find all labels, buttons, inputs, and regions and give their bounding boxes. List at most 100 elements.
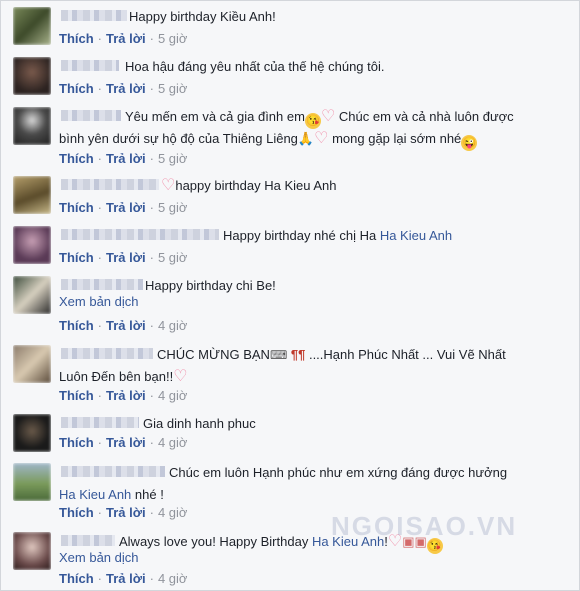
comment-time[interactable]: 4 giờ xyxy=(158,388,188,403)
separator: · xyxy=(97,81,103,96)
like-link[interactable]: Thích xyxy=(59,250,94,265)
avatar[interactable] xyxy=(13,414,51,452)
comment-item: Hoa hậu đáng yêu nhất của thế hệ chúng t… xyxy=(1,53,579,101)
separator: · xyxy=(149,200,154,215)
commenter-name-redacted[interactable] xyxy=(61,229,219,240)
separator: · xyxy=(97,435,103,450)
comment-text: CHÚC MỪNG BẠN⌨ ¶¶ ....Hạnh Phúc Nhất ...… xyxy=(157,344,567,366)
like-link[interactable]: Thích xyxy=(59,435,94,450)
comment-actions: Thích · Trả lời · 4 giờ xyxy=(59,318,187,333)
comment-item: Happy birthday Kiều Anh! Thích · Trả lời · 5… xyxy=(1,3,579,51)
reply-link[interactable]: Trả lời xyxy=(106,31,146,46)
comment-text-part: Chúc em và cả nhà luôn được xyxy=(338,109,514,124)
comment-time[interactable]: 4 giờ xyxy=(158,571,188,586)
comment-text-part: nhé ! xyxy=(131,487,164,502)
comment-item: CHÚC MỪNG BẠN⌨ ¶¶ ....Hạnh Phúc Nhất ...… xyxy=(1,341,579,409)
comment-time[interactable]: 5 giờ xyxy=(158,31,188,46)
reply-link[interactable]: Trả lời xyxy=(106,151,146,166)
avatar[interactable] xyxy=(13,463,51,501)
like-link[interactable]: Thích xyxy=(59,31,94,46)
avatar[interactable] xyxy=(13,345,51,383)
separator: · xyxy=(149,81,154,96)
comment-actions: Thích · Trả lời · 4 giờ xyxy=(59,571,187,586)
commenter-name-redacted[interactable] xyxy=(61,10,127,21)
avatar[interactable] xyxy=(13,7,51,45)
like-link[interactable]: Thích xyxy=(59,81,94,96)
mention-link[interactable]: Ha Kieu Anh xyxy=(59,487,131,502)
comment-text: Happy birthday Kiều Anh! xyxy=(129,9,276,24)
comment-actions: Thích · Trả lời · 5 giờ xyxy=(59,250,187,265)
commenter-name-redacted[interactable] xyxy=(61,60,119,71)
separator: · xyxy=(149,505,154,520)
reply-link[interactable]: Trả lời xyxy=(106,571,146,586)
avatar[interactable] xyxy=(13,176,51,214)
reply-link[interactable]: Trả lời xyxy=(106,250,146,265)
avatar[interactable] xyxy=(13,107,51,145)
comment-text: Yêu mến em và cả gia đình em😘♡ Chúc em v… xyxy=(125,106,567,129)
comment-item: Yêu mến em và cả gia đình em😘♡ Chúc em v… xyxy=(1,103,579,171)
comment-time[interactable]: 5 giờ xyxy=(158,81,188,96)
comment-text-line2: Ha Kieu Anh nhé ! xyxy=(59,484,567,506)
separator: · xyxy=(97,318,103,333)
like-link[interactable]: Thích xyxy=(59,388,94,403)
reply-link[interactable]: Trả lời xyxy=(106,435,146,450)
comment-time[interactable]: 4 giờ xyxy=(158,435,188,450)
keyboard-icon: ⌨ xyxy=(269,348,288,362)
comment-time[interactable]: 4 giờ xyxy=(158,318,188,333)
see-translation-link[interactable]: Xem bản dịch xyxy=(59,294,139,309)
comment-item: Happy birthday nhé chị Ha Ha Kieu Anh Th… xyxy=(1,222,579,270)
comment-actions: Thích · Trả lời · 5 giờ xyxy=(59,31,187,46)
heart-icon: ♡ xyxy=(320,108,336,125)
like-link[interactable]: Thích xyxy=(59,318,94,333)
comment-item: ♡happy birthday Ha Kieu Anh Thích · Trả lờ… xyxy=(1,172,579,220)
reply-link[interactable]: Trả lời xyxy=(106,388,146,403)
heart-icon: ♡ xyxy=(314,130,329,147)
comment-time[interactable]: 5 giờ xyxy=(158,200,188,215)
separator: · xyxy=(97,571,103,586)
see-translation-link[interactable]: Xem bản dịch xyxy=(59,550,139,565)
commenter-name-redacted[interactable] xyxy=(61,466,165,477)
mention-link[interactable]: Ha Kieu Anh xyxy=(380,228,452,243)
comment-text-line2: bình yên dưới sự hộ độ của Thiêng Liêng🙏… xyxy=(59,128,567,151)
comment-text-part: ....Hạnh Phúc Nhất ... Vui Vẽ Nhất xyxy=(308,347,506,362)
avatar[interactable] xyxy=(13,57,51,95)
commenter-name-redacted[interactable] xyxy=(61,348,153,359)
like-link[interactable]: Thích xyxy=(59,151,94,166)
comment-time[interactable]: 4 giờ xyxy=(158,505,188,520)
avatar[interactable] xyxy=(13,226,51,264)
separator: · xyxy=(149,318,154,333)
separator: · xyxy=(97,31,103,46)
reply-link[interactable]: Trả lời xyxy=(106,318,146,333)
avatar[interactable] xyxy=(13,532,51,570)
separator: · xyxy=(149,388,154,403)
like-link[interactable]: Thích xyxy=(59,200,94,215)
separator: · xyxy=(97,200,103,215)
comment-actions: Thích · Trả lời · 5 giờ xyxy=(59,200,187,215)
reply-link[interactable]: Trả lời xyxy=(106,200,146,215)
separator: · xyxy=(97,151,103,166)
separator: · xyxy=(149,31,154,46)
commenter-name-redacted[interactable] xyxy=(61,179,159,190)
praying-icon: 🙏 xyxy=(297,131,315,146)
separator: · xyxy=(97,505,103,520)
commenter-name-redacted[interactable] xyxy=(61,417,139,428)
comment-text-part: mong gặp lại sớm nhé xyxy=(332,131,462,146)
commenter-name-redacted[interactable] xyxy=(61,535,115,546)
reply-link[interactable]: Trả lời xyxy=(106,81,146,96)
comment-actions: Thích · Trả lời · 4 giờ xyxy=(59,388,187,403)
reply-link[interactable]: Trả lời xyxy=(106,505,146,520)
avatar[interactable] xyxy=(13,276,51,314)
comment-time[interactable]: 5 giờ xyxy=(158,151,188,166)
wine-glass-icon: ¶¶ xyxy=(287,347,309,362)
commenter-name-redacted[interactable] xyxy=(61,110,121,121)
comment-actions: Thích · Trả lời · 5 giờ xyxy=(59,151,187,166)
comment-text: Chúc em luôn Hạnh phúc như em xứng đáng … xyxy=(169,465,508,480)
like-link[interactable]: Thích xyxy=(59,505,94,520)
like-link[interactable]: Thích xyxy=(59,571,94,586)
comment-text-part: Always love you! Happy Birthday xyxy=(119,534,309,549)
commenter-name-redacted[interactable] xyxy=(61,279,143,290)
comment-item: Gia dinh hanh phuc Thích · Trả lời · 4 giờ xyxy=(1,410,579,458)
comment-text-part: bình yên dưới sự hộ độ của Thiêng Liêng xyxy=(59,131,298,146)
comment-time[interactable]: 5 giờ xyxy=(158,250,188,265)
comment-text: Hoa hậu đáng yêu nhất của thế hệ chúng t… xyxy=(125,59,385,74)
